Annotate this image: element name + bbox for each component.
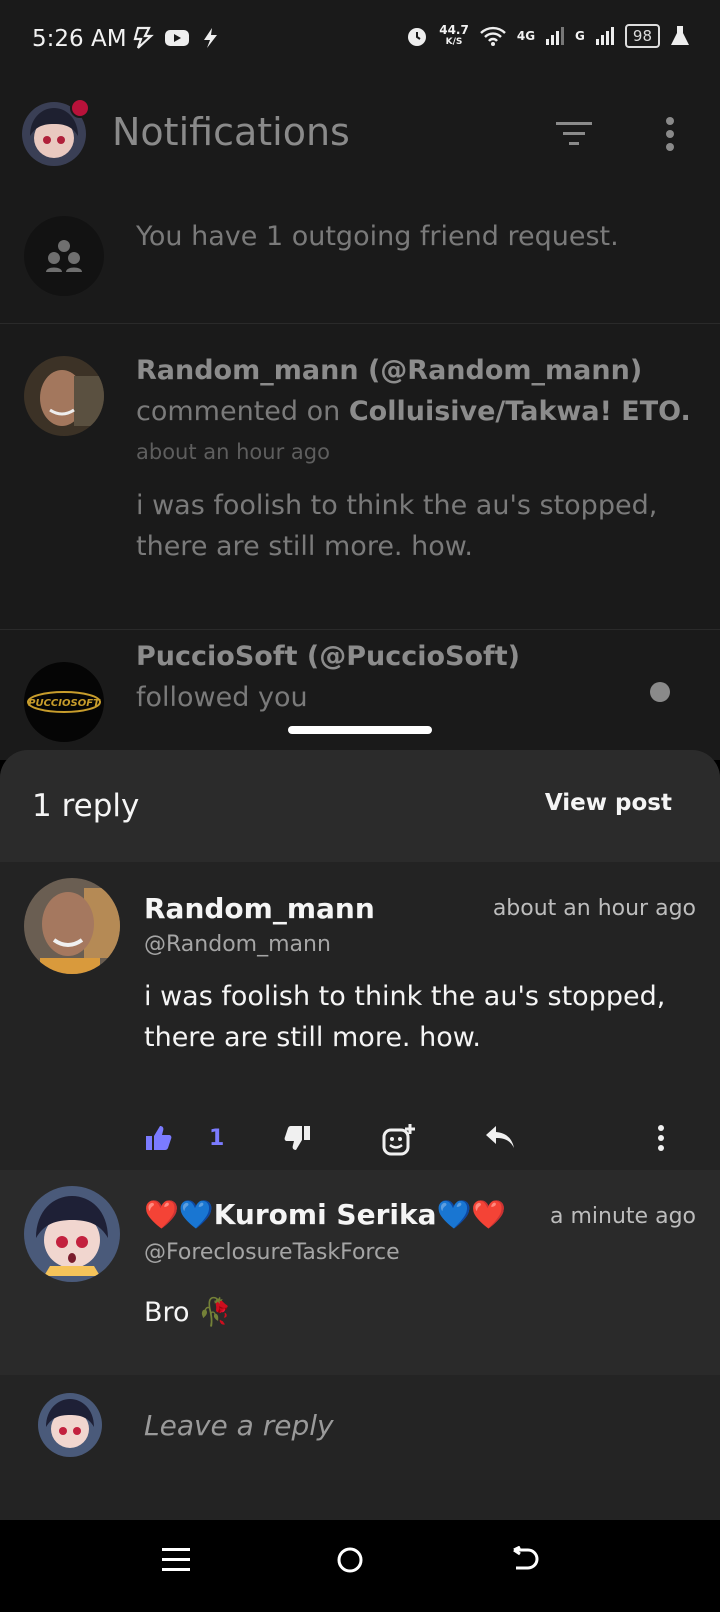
comment-author-avatar[interactable] [24, 878, 120, 974]
pucciosoft-avatar: PUCCIOSOFT [24, 662, 104, 742]
comment-notification[interactable]: Random_mann (@Random_mann) commented on … [0, 324, 720, 630]
back-icon[interactable] [510, 1546, 540, 1574]
alarm-icon [408, 28, 427, 46]
wifi-icon [479, 26, 506, 46]
reply-author-avatar[interactable] [24, 1186, 120, 1282]
net-speed-unit: K/S [445, 37, 463, 47]
system-nav-bar [0, 1520, 720, 1612]
flask-icon [671, 26, 689, 45]
my-avatar [38, 1393, 102, 1457]
follow-notification-user[interactable]: PuccioSoft (@PuccioSoft) [136, 641, 520, 672]
friend-request-text: You have 1 outgoing friend request. [136, 221, 619, 252]
comment-notification-time: about an hour ago [136, 440, 330, 464]
sheet-drag-handle[interactable] [288, 726, 432, 734]
net-speed: 44.7 K/S [439, 24, 469, 48]
network-4g-label: 4G [516, 29, 536, 43]
status-time: 5:26 AM [32, 26, 127, 52]
follow-notification[interactable]: PUCCIOSOFT PuccioSoft (@PuccioSoft) foll… [0, 630, 720, 760]
comment-notification-preview: i was foolish to think the au's stopped,… [136, 490, 658, 562]
battery-indicator: 98 [624, 24, 660, 48]
app-bar: Notifications [0, 90, 720, 180]
replies-sheet: 1 reply View post Random_mann @Random_ma… [0, 750, 720, 1520]
more-vert-icon[interactable] [664, 116, 676, 152]
reply-author-name[interactable]: ❤️💙Kuromi Serika💙❤️ [144, 1198, 506, 1231]
group-avatar [24, 216, 104, 296]
reply-count: 1 reply [32, 788, 140, 824]
comment-more-icon[interactable] [656, 1124, 666, 1152]
add-reaction-icon[interactable] [382, 1124, 416, 1156]
status-left-icons [132, 26, 220, 50]
reply-author-handle[interactable]: @ForeclosureTaskForce [144, 1240, 400, 1265]
signal-icon-2 [595, 27, 614, 45]
comment-author-handle[interactable]: @Random_mann [144, 932, 331, 957]
comment-notification-user[interactable]: Random_mann (@Random_mann) [136, 355, 642, 386]
youtube-icon [165, 30, 189, 46]
reply-input-bar[interactable]: Leave a reply [0, 1375, 720, 1480]
sheet-header: 1 reply View post [0, 750, 720, 862]
home-icon[interactable] [336, 1546, 364, 1574]
page-title: Notifications [112, 110, 350, 154]
reply-body: Bro 🥀 [144, 1297, 232, 1328]
signal-icon [546, 27, 565, 45]
view-post-button[interactable]: View post [545, 790, 672, 816]
follow-notification-action: followed you [136, 682, 308, 713]
unread-dot [650, 682, 670, 702]
app-notif-icon [204, 28, 217, 48]
follow-notification-text: PuccioSoft (@PuccioSoft) followed you [136, 636, 696, 718]
comment-body: i was foolish to think the au's stopped,… [144, 981, 666, 1053]
flash-icon [133, 26, 154, 49]
thumbs-up-icon[interactable] [144, 1124, 172, 1152]
recents-icon[interactable] [162, 1546, 190, 1574]
reply-comment: ❤️💙Kuromi Serika💙❤️ @ForeclosureTaskForc… [0, 1170, 720, 1375]
comment-notification-target[interactable]: Colluisive/Takwa! ETO. [349, 396, 691, 427]
people-icon [46, 240, 82, 272]
net-speed-value: 44.7 [439, 23, 469, 37]
notifications-screen: 5:26 AM 44.7 K/S 4G G 98 Notifications Y… [0, 0, 720, 760]
thumbs-down-icon[interactable] [284, 1124, 312, 1152]
status-bar: 5:26 AM 44.7 K/S 4G G 98 [0, 0, 720, 80]
comment-notification-text: Random_mann (@Random_mann) commented on … [136, 350, 696, 567]
random-mann-avatar [24, 356, 104, 436]
reply-input[interactable]: Leave a reply [144, 1409, 334, 1442]
filter-icon[interactable] [556, 120, 592, 148]
like-count: 1 [209, 1126, 225, 1151]
reply-icon[interactable] [484, 1124, 516, 1150]
status-right-icons: 44.7 K/S 4G G 98 [405, 24, 690, 48]
comment-actions: 1 [0, 1124, 720, 1164]
main-comment: Random_mann @Random_mann about an hour a… [0, 862, 720, 1170]
friend-request-notification[interactable]: You have 1 outgoing friend request. [0, 196, 720, 324]
notification-badge [70, 98, 90, 118]
comment-notification-action: commented on [136, 396, 341, 427]
reply-time: a minute ago [550, 1204, 696, 1229]
pucciosoft-logo-text: PUCCIOSOFT [28, 698, 101, 709]
network-g-label: G [575, 29, 585, 43]
comment-author-name[interactable]: Random_mann [144, 892, 375, 925]
comment-time: about an hour ago [492, 896, 696, 921]
